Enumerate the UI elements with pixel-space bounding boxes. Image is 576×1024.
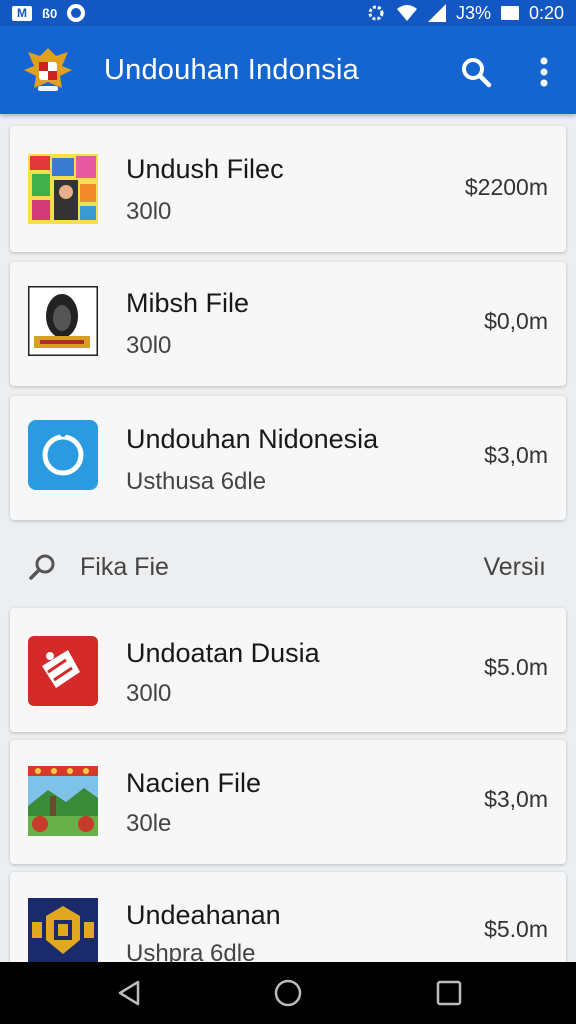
- item-title: Undoatan Dusia: [126, 638, 320, 668]
- item-price: $3,0m: [484, 786, 548, 812]
- status-time: 0:20: [528, 2, 564, 23]
- item-price: $0,0m: [484, 308, 548, 334]
- list-item[interactable]: Undoatan Dusia 30l0 $5.0m: [10, 608, 566, 732]
- battery-percent: J3%: [455, 2, 491, 23]
- wifi-icon: [396, 4, 418, 22]
- section-version-label[interactable]: Versiı: [483, 553, 546, 582]
- recents-icon[interactable]: [434, 978, 464, 1008]
- garuda-emblem-icon: [24, 48, 72, 91]
- search-icon[interactable]: [458, 54, 494, 90]
- item-title: Nacien File: [126, 768, 262, 798]
- notification-ring-icon: [67, 4, 86, 22]
- list-item[interactable]: Mibsh File 30l0 $0,0m: [10, 262, 566, 386]
- battery-icon: [500, 6, 519, 20]
- status-left-text: ß0: [42, 5, 58, 21]
- red-app-icon: [28, 636, 98, 706]
- item-subtitle: 30l0: [126, 332, 172, 359]
- app-title: Undouhan Indonsia: [104, 54, 359, 86]
- search-icon[interactable]: [28, 552, 58, 582]
- item-price: $2200m: [464, 174, 548, 200]
- item-title: Undouhan Nidonesia: [126, 424, 379, 454]
- item-price: $5.0m: [484, 916, 548, 942]
- gmail-icon: M: [12, 5, 32, 21]
- portrait-thumbnail: [28, 286, 98, 356]
- item-title: Undeahanan: [126, 900, 281, 930]
- more-vert-icon[interactable]: [532, 54, 556, 90]
- status-bar: M ß0 J3% 0:20: [0, 0, 576, 26]
- item-title: Mibsh File: [126, 288, 250, 318]
- list-item[interactable]: Nacien File 30le $3,0m: [10, 740, 566, 864]
- item-title: Undush Filec: [126, 154, 284, 184]
- item-subtitle: Usthusa 6dle: [126, 468, 267, 495]
- system-nav-bar: [0, 962, 576, 1024]
- landscape-thumbnail: [28, 766, 98, 836]
- list-item[interactable]: Undouhan Nidonesia Usthusa 6dle $3,0m: [10, 396, 566, 520]
- section-header[interactable]: Fika Fie Versiı: [0, 538, 576, 596]
- signal-icon: [427, 4, 446, 22]
- status-right: J3% 0:20: [366, 3, 564, 24]
- badge-thumbnail: [28, 898, 98, 968]
- home-icon[interactable]: [273, 978, 303, 1008]
- back-icon[interactable]: [114, 978, 144, 1008]
- section-label: Fika Fie: [80, 553, 169, 581]
- list-item[interactable]: Undush Filec 30l0 $2200m: [10, 126, 566, 252]
- gear-icon: [366, 3, 386, 23]
- circle-app-icon: [28, 420, 98, 490]
- item-subtitle: 30l0: [126, 198, 172, 225]
- item-price: $5.0m: [484, 654, 548, 680]
- status-left: M ß0: [12, 4, 86, 22]
- collage-thumbnail: [28, 154, 98, 224]
- item-subtitle: 30le: [126, 810, 172, 837]
- app-bar: Undouhan Indonsia: [0, 26, 576, 114]
- item-price: $3,0m: [484, 442, 548, 468]
- item-subtitle: 30l0: [126, 680, 172, 707]
